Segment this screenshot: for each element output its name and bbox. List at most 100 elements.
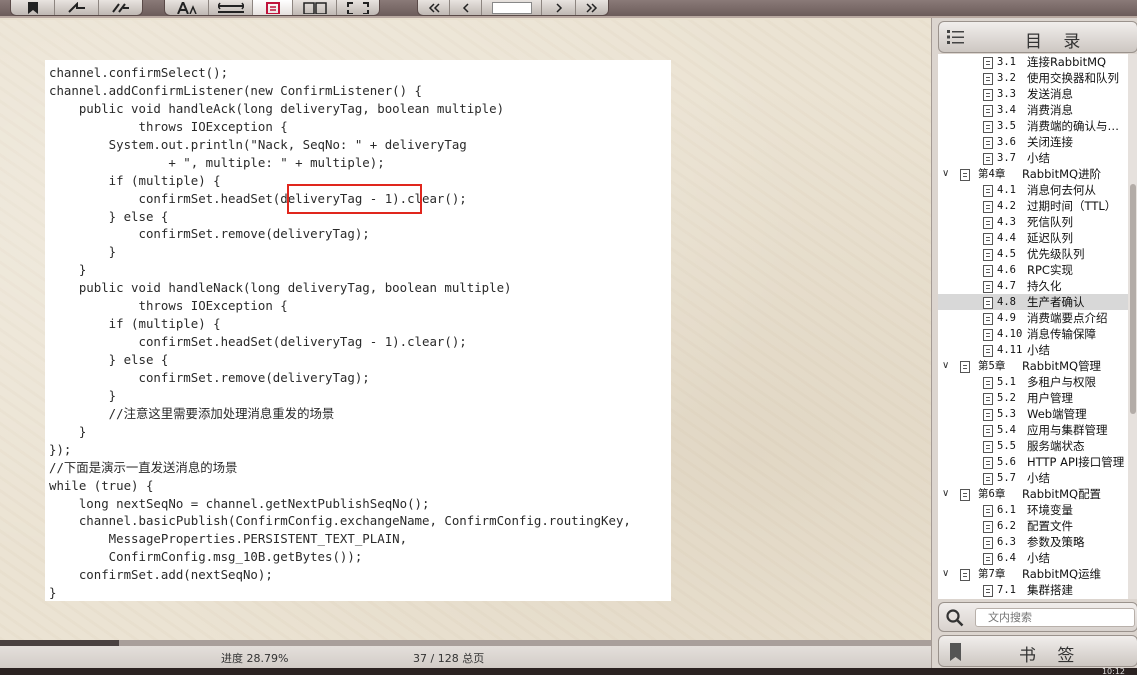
toc-item-label: Web端管理 — [1027, 407, 1087, 421]
toc-list: 3.1 连接RabbitMQ 3.2 使用交换器和队列 3.3 发送消息 3.4 消费消息 3.… — [938, 54, 1128, 599]
toc-item[interactable]: 4.7 持久化 — [938, 278, 1128, 294]
toc-item[interactable]: 4.4 延迟队列 — [938, 230, 1128, 246]
toc-item[interactable]: 3.2 使用交换器和队列 — [938, 70, 1128, 86]
next-page-icon[interactable] — [542, 0, 576, 15]
toc-item[interactable]: 3.5 消费端的确认与… — [938, 118, 1128, 134]
toc-item-number: 5.6 — [997, 456, 1016, 468]
chevron-down-icon[interactable]: ∨ — [942, 166, 949, 182]
top-toolbar — [0, 0, 1137, 18]
code-line: } — [49, 387, 117, 403]
toc-item[interactable]: 5.7 小结 — [938, 470, 1128, 486]
toc-item[interactable]: 4.10 消息传输保障 — [938, 326, 1128, 342]
toc-item-label: 应用与集群管理 — [1027, 423, 1108, 437]
list-icon — [947, 29, 965, 50]
toc-item[interactable]: 6.1 环境变量 — [938, 502, 1128, 518]
code-line: confirmSet.headSet(deliveryTag - 1).clea… — [49, 334, 467, 350]
forward-icon[interactable] — [55, 0, 99, 15]
double-forward-icon[interactable] — [99, 0, 142, 15]
progress-text: 进度 28.79% — [221, 652, 289, 665]
two-page-icon[interactable] — [293, 0, 337, 15]
highlight-annotation — [287, 184, 422, 214]
toc-item[interactable]: 4.5 优先级队列 — [938, 246, 1128, 262]
code-line: channel.addConfirmListener(new ConfirmLi… — [49, 82, 422, 98]
chevron-down-icon[interactable]: ∨ — [942, 358, 949, 374]
toc-item[interactable]: 5.3 Web端管理 — [938, 406, 1128, 422]
toc-item[interactable]: 3.6 关闭连接 — [938, 134, 1128, 150]
bookmark-add-icon[interactable] — [11, 0, 55, 15]
toc-title: 目 录 — [1025, 32, 1089, 52]
toc-item[interactable]: 5.1 多租户与权限 — [938, 374, 1128, 390]
reading-area[interactable]: channel.confirmSelect(); channel.addConfi… — [0, 20, 931, 640]
toc-item[interactable]: 4.11 小结 — [938, 342, 1128, 358]
font-size-icon[interactable] — [165, 0, 209, 15]
last-page-icon[interactable] — [576, 0, 608, 15]
toc-item[interactable]: 3.3 发送消息 — [938, 86, 1128, 102]
toc-item[interactable]: 5.6 HTTP API接口管理 — [938, 454, 1128, 470]
toc-item-number: 4.5 — [997, 248, 1016, 260]
single-page-icon[interactable] — [253, 0, 293, 15]
toc-item-label: 持久化 — [1027, 279, 1062, 293]
toc-item[interactable]: 4.6 RPC实现 — [938, 262, 1128, 278]
toc-item[interactable]: 3.1 连接RabbitMQ — [938, 54, 1128, 70]
toc-item-label: 环境变量 — [1027, 503, 1073, 517]
toc-item-number: 3.6 — [997, 136, 1016, 148]
toc-item[interactable]: 4.3 死信队列 — [938, 214, 1128, 230]
toc-item[interactable]: 5.4 应用与集群管理 — [938, 422, 1128, 438]
toolbar-group-view — [164, 0, 380, 16]
toc-item[interactable]: 3.7 小结 — [938, 150, 1128, 166]
toc-item[interactable]: 5.2 用户管理 — [938, 390, 1128, 406]
toc-chapter[interactable]: ∨ 第5章 RabbitMQ管理 — [938, 358, 1128, 374]
toc-item[interactable]: 6.4 小结 — [938, 550, 1128, 566]
toc-item[interactable]: 4.2 过期时间（TTL） — [938, 198, 1128, 214]
toc-header[interactable]: 目 录 — [938, 21, 1137, 53]
toc-item-number: 4.7 — [997, 280, 1016, 292]
toc-item-number: 6.1 — [997, 504, 1016, 516]
document-icon — [983, 233, 993, 245]
page-number-input[interactable] — [491, 1, 532, 14]
fit-width-icon[interactable] — [209, 0, 253, 15]
toc-item-number: 4.8 — [997, 296, 1016, 308]
toc-item[interactable]: 3.4 消费消息 — [938, 102, 1128, 118]
chevron-down-icon[interactable]: ∨ — [942, 566, 949, 582]
page-number-field[interactable] — [482, 0, 542, 15]
page-count: 37 / 128 总页 — [413, 652, 485, 665]
toc-item[interactable]: 5.5 服务端状态 — [938, 438, 1128, 454]
toc-item-number: 3.4 — [997, 104, 1016, 116]
toc-item-number: 第5章 — [978, 360, 1006, 372]
code-line: public void handleAck(long deliveryTag, … — [49, 100, 505, 116]
toc-item[interactable]: 6.3 参数及策略 — [938, 534, 1128, 550]
prev-page-icon[interactable] — [450, 0, 482, 15]
document-icon — [983, 105, 993, 117]
toc-item-label: RabbitMQ进阶 — [1022, 167, 1102, 181]
toc-chapter[interactable]: ∨ 第4章 RabbitMQ进阶 — [938, 166, 1128, 182]
status-bar: 进度 28.79% 37 / 128 总页 — [0, 646, 931, 668]
toc-item[interactable]: 4.8 生产者确认 — [938, 294, 1128, 310]
document-icon — [983, 345, 993, 357]
toc-item[interactable]: 4.1 消息何去何从 — [938, 182, 1128, 198]
toc-item[interactable]: 4.9 消费端要点介绍 — [938, 310, 1128, 326]
toc-item[interactable]: 7.1 集群搭建 — [938, 582, 1128, 598]
document-icon — [960, 169, 970, 181]
bookmark-header[interactable]: 书 签 — [938, 635, 1137, 667]
toc-item[interactable]: 6.2 配置文件 — [938, 518, 1128, 534]
toc-item-label: 发送消息 — [1027, 87, 1073, 101]
chevron-down-icon[interactable]: ∨ — [942, 486, 949, 502]
toc-chapter[interactable]: ∨ 第7章 RabbitMQ运维 — [938, 566, 1128, 582]
search-input[interactable] — [975, 608, 1135, 627]
first-page-icon[interactable] — [418, 0, 450, 15]
toc-item-label: 使用交换器和队列 — [1027, 71, 1119, 85]
toc-scrollbar-thumb[interactable] — [1130, 184, 1136, 414]
document-icon — [983, 137, 993, 149]
toc-item-label: 小结 — [1027, 343, 1050, 357]
toc-item-number: 5.4 — [997, 424, 1016, 436]
code-line: confirmSet.remove(deliveryTag); — [49, 369, 370, 385]
document-icon — [983, 393, 993, 405]
toc-scrollbar[interactable] — [1128, 54, 1137, 599]
toc-chapter[interactable]: ∨ 第6章 RabbitMQ配置 — [938, 486, 1128, 502]
document-icon — [983, 265, 993, 277]
fullscreen-icon[interactable] — [337, 0, 379, 15]
search-icon[interactable] — [946, 609, 964, 631]
code-line: throws IOException { — [49, 298, 288, 314]
toc-item-number: 5.3 — [997, 408, 1016, 420]
document-icon — [983, 185, 993, 197]
